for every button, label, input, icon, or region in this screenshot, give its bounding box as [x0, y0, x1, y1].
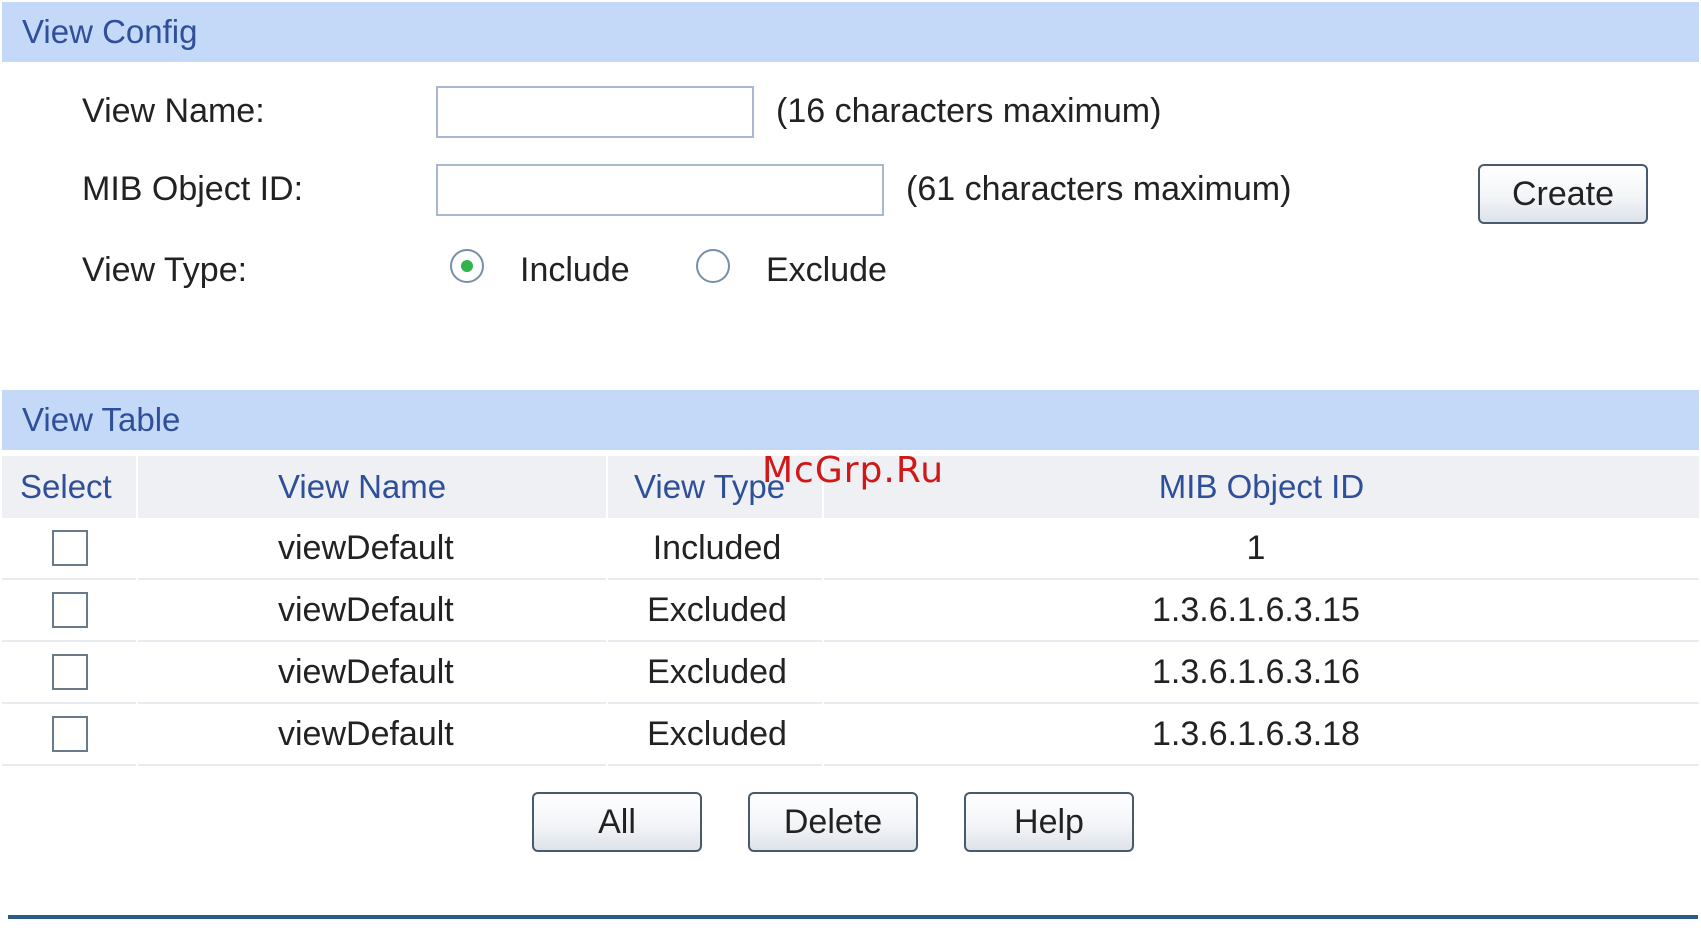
row-select-checkbox[interactable] [52, 592, 88, 628]
column-divider [822, 518, 824, 766]
bottom-divider [8, 915, 1698, 919]
exclude-label[interactable]: Exclude [766, 251, 887, 290]
row-mib-object-id: 1.3.6.1.6.3.15 [1152, 591, 1360, 629]
delete-button[interactable]: Delete [748, 792, 918, 852]
help-button[interactable]: Help [964, 792, 1134, 852]
mib-object-id-label: MIB Object ID: [82, 170, 304, 208]
row-view-type: Excluded [647, 715, 787, 753]
view-config-header: View Config [2, 2, 1699, 62]
row-view-name: viewDefault [278, 529, 454, 567]
table-row: viewDefault Excluded 1.3.6.1.6.3.15 [2, 580, 1699, 642]
view-table-header: View Table [2, 390, 1699, 450]
column-header-mib-object-id: MIB Object ID [824, 456, 1699, 518]
row-mib-object-id: 1 [1246, 529, 1266, 567]
row-mib-object-id: 1.3.6.1.6.3.18 [1152, 715, 1360, 753]
row-select-checkbox[interactable] [52, 716, 88, 752]
column-header-view-name: View Name [138, 456, 606, 518]
mib-object-id-hint: (61 characters maximum) [906, 170, 1292, 208]
row-view-name: viewDefault [278, 715, 454, 753]
row-view-name: viewDefault [278, 653, 454, 691]
row-select-checkbox[interactable] [52, 654, 88, 690]
include-label[interactable]: Include [520, 251, 630, 290]
column-divider [136, 518, 138, 766]
select-all-button[interactable]: All [532, 792, 702, 852]
table-row: viewDefault Excluded 1.3.6.1.6.3.16 [2, 642, 1699, 704]
watermark-text: McGrp.Ru [762, 450, 945, 491]
row-mib-object-id: 1.3.6.1.6.3.16 [1152, 653, 1360, 691]
exclude-radio[interactable] [696, 249, 730, 283]
include-radio[interactable] [450, 249, 484, 283]
row-view-type: Excluded [647, 653, 787, 691]
table-row: viewDefault Included 1 [2, 518, 1699, 580]
row-view-type: Excluded [647, 591, 787, 629]
row-select-checkbox[interactable] [52, 530, 88, 566]
view-name-input[interactable] [436, 86, 754, 138]
view-type-label: View Type: [82, 251, 248, 289]
row-view-name: viewDefault [278, 591, 454, 629]
create-button[interactable]: Create [1478, 164, 1648, 224]
view-name-label: View Name: [82, 92, 265, 130]
radio-selected-dot [461, 260, 473, 272]
view-name-hint: (16 characters maximum) [776, 92, 1162, 130]
column-divider [606, 518, 608, 766]
row-view-type: Included [652, 529, 782, 567]
mib-object-id-input[interactable] [436, 164, 884, 216]
table-row: viewDefault Excluded 1.3.6.1.6.3.18 [2, 704, 1699, 766]
column-header-select: Select [2, 456, 136, 518]
